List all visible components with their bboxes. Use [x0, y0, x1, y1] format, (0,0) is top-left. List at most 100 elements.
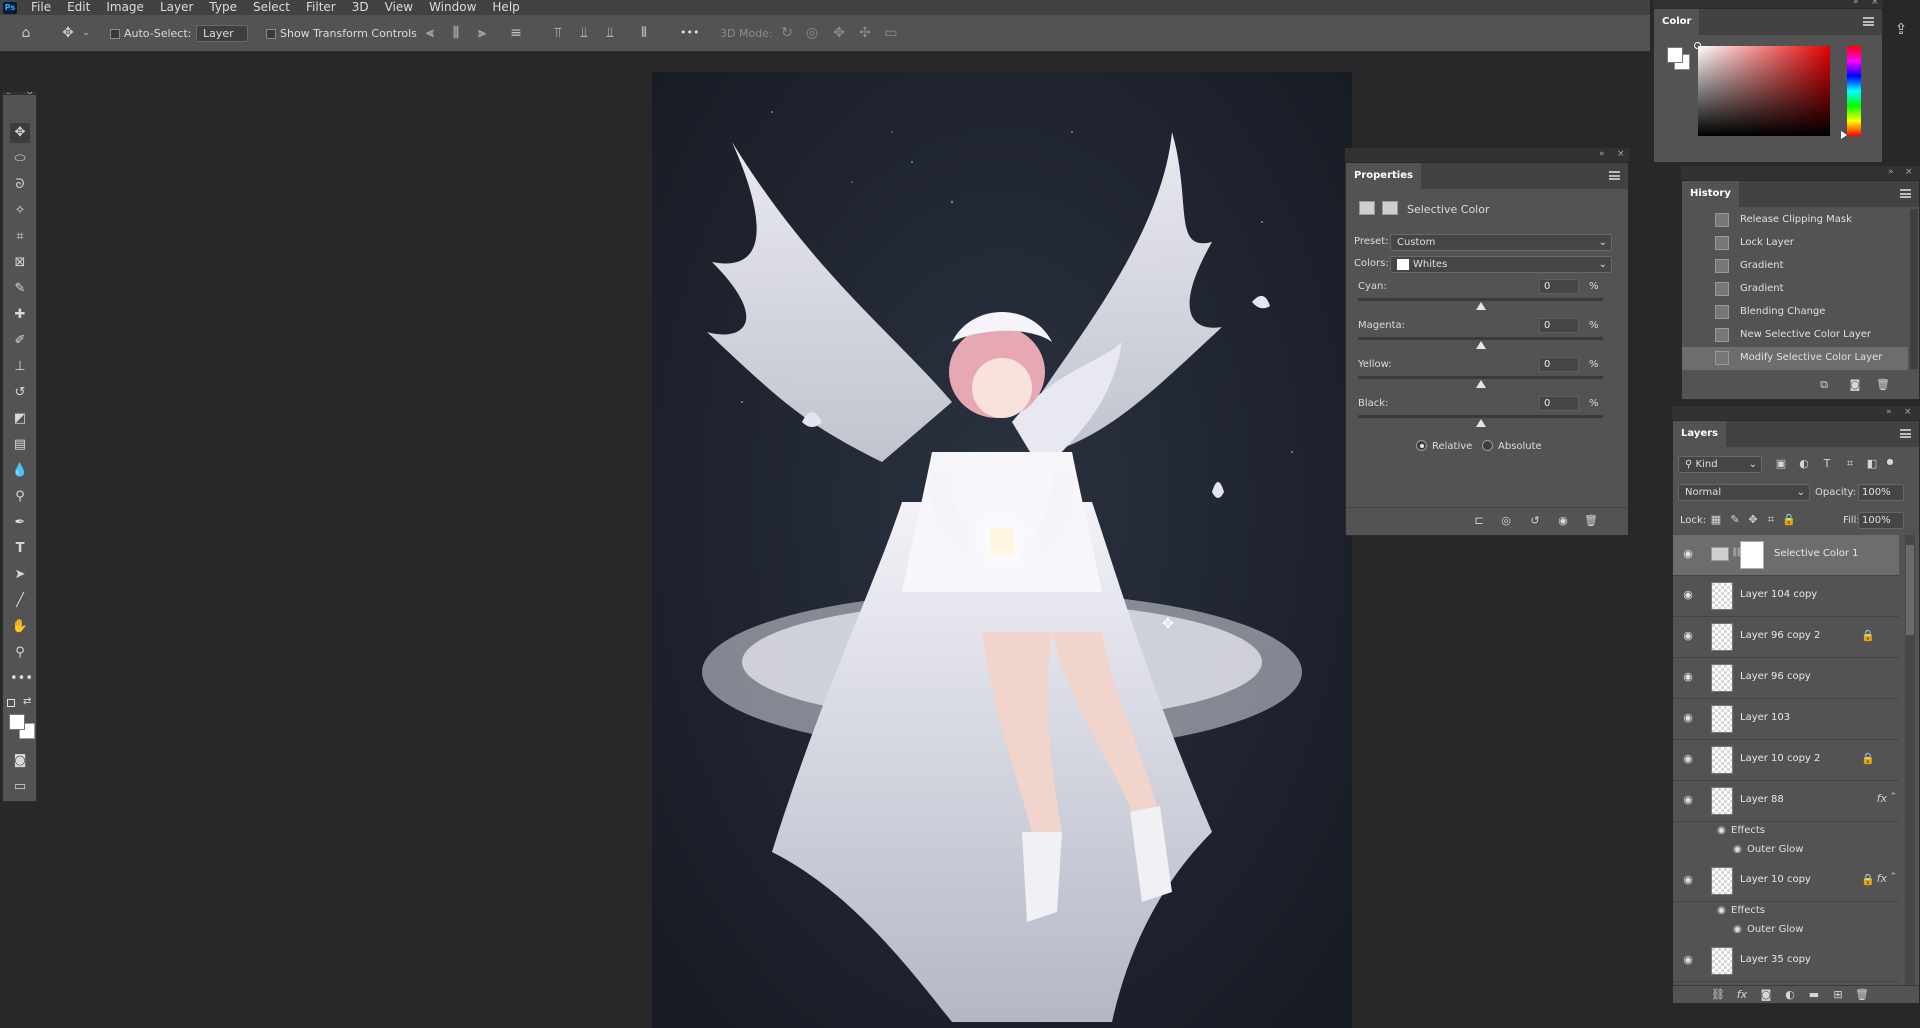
3d-roll-icon[interactable]: ◎	[803, 24, 821, 42]
dodge-tool-icon[interactable]: ⚲	[10, 487, 30, 507]
home-icon[interactable]: ⌂	[17, 24, 35, 42]
reset-icon[interactable]: ↺	[1528, 514, 1542, 528]
add-layer-style-button[interactable]: fx	[1735, 988, 1749, 1002]
visibility-eye-icon[interactable]: ◉	[1681, 752, 1695, 766]
layer-row[interactable]: ◉ Layer 104 copy	[1673, 576, 1899, 617]
lock-all-icon[interactable]: 🔒	[1782, 513, 1796, 527]
layer-row[interactable]: ◉ Layer 88 fx ⌃	[1673, 781, 1899, 822]
colors-dropdown[interactable]: Whites ⌄	[1390, 256, 1612, 273]
3d-orbit-icon[interactable]: ↻	[778, 24, 796, 42]
chevron-up-icon[interactable]: ⌃	[1889, 792, 1897, 802]
move-tool-icon[interactable]: ✥	[10, 123, 30, 143]
clone-stamp-tool-icon[interactable]: ⊥	[10, 357, 30, 377]
new-document-from-state-icon[interactable]: ⧉	[1817, 378, 1831, 392]
close-icon[interactable]: ×	[1617, 149, 1625, 159]
3d-pan-icon[interactable]: ✥	[830, 24, 848, 42]
chevron-up-icon[interactable]: ⌃	[1889, 872, 1897, 882]
more-options-button[interactable]: •••	[680, 26, 699, 39]
new-adjustment-layer-icon[interactable]: ◐	[1783, 988, 1797, 1002]
new-group-folder-icon[interactable]: ▬	[1807, 988, 1821, 1002]
close-icon[interactable]: ×	[1905, 167, 1913, 177]
black-value-field[interactable]: 0	[1539, 396, 1579, 411]
visibility-eye-icon[interactable]: ◉	[1556, 514, 1570, 528]
screen-mode-icon[interactable]: ▭	[10, 777, 30, 797]
visibility-eye-icon[interactable]: ◉	[1717, 905, 1726, 916]
filter-pixel-icon[interactable]: ▣	[1774, 457, 1788, 471]
distribute-icon[interactable]: ≡	[507, 24, 525, 42]
foreground-color-swatch[interactable]	[9, 714, 25, 730]
distribute-vertical-icon[interactable]: ⦀	[635, 24, 653, 42]
history-brush-tool-icon[interactable]: ↺	[10, 383, 30, 403]
effects-row[interactable]: ◉ Effects	[1673, 822, 1899, 841]
history-item[interactable]: Gradient	[1682, 278, 1908, 301]
document-canvas[interactable]: ✥	[652, 72, 1352, 1028]
menu-type[interactable]: Type	[201, 0, 245, 15]
layers-scrollbar[interactable]	[1905, 535, 1915, 985]
lock-transparent-icon[interactable]: ▦	[1709, 513, 1723, 527]
yellow-slider-track[interactable]	[1358, 376, 1603, 379]
layer-mask-thumbnail[interactable]	[1740, 541, 1764, 569]
lock-position-icon[interactable]: ✥	[1746, 513, 1760, 527]
cyan-slider-thumb[interactable]	[1475, 302, 1486, 310]
visibility-eye-icon[interactable]: ◉	[1717, 825, 1726, 836]
cyan-slider-track[interactable]	[1358, 298, 1603, 301]
layer-row[interactable]: ◉ Layer 10 copy 🔒 fx ⌃	[1673, 861, 1899, 902]
3d-slide-icon[interactable]: ✣	[856, 24, 874, 42]
menu-window[interactable]: Window	[421, 0, 484, 15]
layer-row[interactable]: ◉ Layer 96 copy	[1673, 658, 1899, 699]
absolute-radio[interactable]	[1482, 440, 1493, 451]
layer-row[interactable]: ◉ Layer 96 copy 2 🔒	[1673, 617, 1899, 658]
lock-artboard-icon[interactable]: ⌗	[1764, 513, 1778, 527]
visibility-eye-icon[interactable]: ◉	[1681, 670, 1695, 684]
filter-shape-icon[interactable]: ⌗	[1843, 457, 1857, 471]
hue-slider-handle[interactable]	[1841, 131, 1847, 139]
history-item-current[interactable]: Modify Selective Color Layer	[1682, 347, 1908, 370]
menu-filter[interactable]: Filter	[298, 0, 344, 15]
opacity-field[interactable]: 100%	[1858, 484, 1904, 501]
history-item[interactable]: Release Clipping Mask	[1682, 209, 1908, 232]
share-icon[interactable]: ⇪	[1888, 20, 1914, 46]
auto-select-checkbox[interactable]	[110, 29, 120, 39]
3d-camera-icon[interactable]: ▭	[882, 24, 900, 42]
yellow-value-field[interactable]: 0	[1539, 357, 1579, 372]
path-selection-tool-icon[interactable]: ➤	[10, 565, 30, 585]
visibility-eye-icon[interactable]: ◉	[1733, 924, 1742, 935]
black-slider-track[interactable]	[1358, 415, 1603, 418]
menu-edit[interactable]: Edit	[59, 0, 98, 15]
history-item[interactable]: Blending Change	[1682, 301, 1908, 324]
outer-glow-row[interactable]: ◉ Outer Glow	[1673, 841, 1899, 860]
history-scrollbar[interactable]	[1910, 209, 1918, 369]
move-tool-icon[interactable]: ✥	[59, 24, 77, 42]
visibility-eye-icon[interactable]: ◉	[1681, 547, 1695, 561]
menu-select[interactable]: Select	[245, 0, 298, 15]
fx-badge[interactable]: fx	[1877, 792, 1887, 805]
properties-tab[interactable]: Properties	[1346, 163, 1421, 189]
show-transform-checkbox[interactable]	[266, 29, 276, 39]
foreground-color-swatch[interactable]	[1667, 47, 1683, 63]
visibility-eye-icon[interactable]: ◉	[1681, 793, 1695, 807]
lasso-tool-icon[interactable]: ᘐ	[10, 175, 30, 195]
cyan-value-field[interactable]: 0	[1539, 279, 1579, 294]
align-middle-icon[interactable]: ⫫	[575, 24, 593, 42]
visibility-eye-icon[interactable]: ◉	[1681, 629, 1695, 643]
lock-image-icon[interactable]: ✎	[1728, 513, 1742, 527]
edit-toolbar-button[interactable]: •••	[10, 669, 33, 689]
effects-row[interactable]: ◉ Effects	[1673, 902, 1899, 921]
swap-colors-icon[interactable]: ⇄	[23, 696, 31, 707]
collapse-icon[interactable]: »	[1853, 0, 1859, 7]
menu-file[interactable]: File	[23, 0, 59, 15]
fx-badge[interactable]: fx	[1877, 872, 1887, 885]
delete-icon[interactable]: 🗑	[1855, 988, 1869, 1002]
panel-menu-icon[interactable]	[1900, 189, 1911, 198]
blend-mode-dropdown[interactable]: Normal ⌄	[1678, 484, 1810, 501]
visibility-eye-icon[interactable]: ◉	[1681, 588, 1695, 602]
visibility-eye-icon[interactable]: ◉	[1733, 844, 1742, 855]
menu-layer[interactable]: Layer	[152, 0, 201, 15]
eyedropper-tool-icon[interactable]: ✎	[10, 279, 30, 299]
clip-to-layer-icon[interactable]: ⊏	[1472, 514, 1486, 528]
close-icon[interactable]: ×	[1871, 0, 1879, 7]
panel-menu-icon[interactable]	[1609, 171, 1620, 180]
align-bottom-icon[interactable]: ⫫	[601, 24, 619, 42]
menu-3d[interactable]: 3D	[344, 0, 377, 15]
link-layers-icon[interactable]: ⛓	[1711, 988, 1725, 1002]
